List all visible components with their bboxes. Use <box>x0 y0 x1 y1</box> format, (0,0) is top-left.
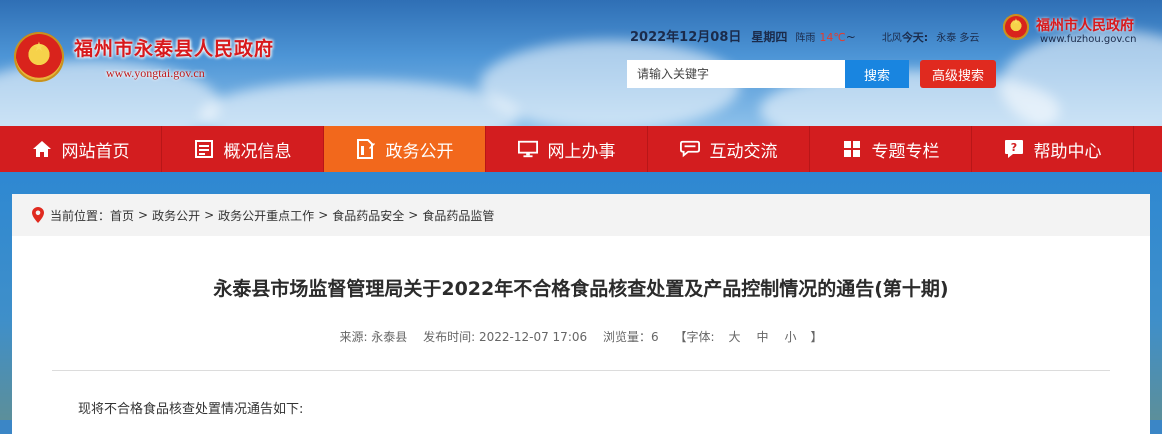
search-button[interactable]: 搜索 <box>845 60 909 88</box>
article-source: 来源: 永泰县 <box>339 330 408 344</box>
breadcrumb-label: 当前位置： <box>50 208 111 223</box>
breadcrumb: 当前位置： 首页 > 政务公开 > 政务公开重点工作 > 食品药品安全 > 食品… <box>12 194 1150 236</box>
fuzhou-gov-link[interactable]: 福州市人民政府 <box>1036 15 1134 35</box>
nav-item-label: 网站首页 <box>61 141 130 162</box>
breadcrumb-separator: > <box>204 208 215 222</box>
svg-text:?: ? <box>1010 141 1016 154</box>
nav-item-gov-affairs[interactable]: 政务公开 <box>324 126 486 172</box>
grid-icon <box>842 139 862 159</box>
font-size-close: 】 <box>810 330 823 344</box>
chat-icon <box>679 139 700 159</box>
main-nav: 网站首页 概况信息 政务公开 网上办事 互动交流 专题专栏 ? 帮助中心 <box>0 126 1162 172</box>
breadcrumb-link-key-work[interactable]: 政务公开重点工作 <box>218 207 314 224</box>
search-input[interactable] <box>627 60 845 88</box>
advanced-search-button[interactable]: 高级搜索 <box>920 60 996 88</box>
weather-desc: 阵雨 <box>795 33 816 44</box>
wind: 北风 <box>881 33 902 44</box>
site-header: ★ 福州市永泰县人民政府 www.yongtai.gov.cn 2022年12月… <box>0 0 1162 126</box>
today-label: 今天: <box>901 31 929 44</box>
nav-item-help[interactable]: ? 帮助中心 <box>972 126 1134 172</box>
nav-item-label: 互动交流 <box>709 141 778 162</box>
font-size-small-button[interactable]: 小 <box>785 330 797 344</box>
fuzhou-domain: www.fuzhou.gov.cn <box>1040 34 1137 45</box>
font-size-large-button[interactable]: 大 <box>728 330 740 344</box>
location-pin-icon <box>32 207 44 223</box>
breadcrumb-link-food-drug-safety[interactable]: 食品药品安全 <box>332 207 404 224</box>
nav-item-label: 网上办事 <box>547 141 616 162</box>
list-icon <box>194 139 214 159</box>
cloud-decoration <box>200 80 520 126</box>
nav-item-label: 概况信息 <box>223 141 292 162</box>
nav-item-label: 帮助中心 <box>1033 141 1102 162</box>
home-icon <box>32 139 52 159</box>
article-container: 当前位置： 首页 > 政务公开 > 政务公开重点工作 > 食品药品安全 > 食品… <box>12 194 1150 434</box>
font-size-medium-button[interactable]: 中 <box>757 330 769 344</box>
nav-item-special-topics[interactable]: 专题专栏 <box>810 126 972 172</box>
date-weather-bar: 2022年12月08日 星期四 阵雨 14℃~ 北风今天: 永泰 多云 <box>630 26 979 45</box>
breadcrumb-separator: > <box>408 208 419 222</box>
help-icon: ? <box>1004 139 1024 159</box>
article-publish-time: 发布时间: 2022-12-07 17:06 <box>423 330 588 344</box>
nav-item-home[interactable]: 网站首页 <box>0 126 162 172</box>
nav-item-overview[interactable]: 概况信息 <box>162 126 324 172</box>
breadcrumb-separator: > <box>318 208 329 222</box>
breadcrumb-link-home[interactable]: 首页 <box>110 207 134 224</box>
article-meta: 来源: 永泰县 发布时间: 2022-12-07 17:06 浏览量：6 【字体… <box>12 328 1150 345</box>
divider <box>52 370 1110 371</box>
monitor-icon <box>517 139 538 159</box>
breadcrumb-link-food-drug-supervision[interactable]: 食品药品监管 <box>422 207 494 224</box>
nav-item-label: 政务公开 <box>385 141 454 162</box>
site-domain: www.yongtai.gov.cn <box>106 66 205 80</box>
weekday: 星期四 <box>751 30 788 44</box>
nav-item-online-service[interactable]: 网上办事 <box>486 126 648 172</box>
temperature-separator: ~ <box>845 30 856 44</box>
fuzhou-emblem-icon[interactable]: ★ <box>1003 14 1029 40</box>
article-intro: 现将不合格食品核查处置情况通告如下: <box>78 402 304 417</box>
breadcrumb-separator: > <box>138 208 149 222</box>
document-icon <box>356 139 376 159</box>
nav-item-interaction[interactable]: 互动交流 <box>648 126 810 172</box>
city-weather: 永泰 多云 <box>936 33 980 44</box>
article-title: 永泰县市场监督管理局关于2022年不合格食品核查处置及产品控制情况的通告(第十期… <box>213 278 949 300</box>
breadcrumb-link-gov-affairs[interactable]: 政务公开 <box>152 207 200 224</box>
temperature: 14℃ <box>819 31 846 44</box>
nav-item-label: 专题专栏 <box>871 141 940 162</box>
national-emblem-icon[interactable]: ★ <box>14 32 64 82</box>
font-size-open: 【字体: <box>674 330 715 344</box>
article-views: 浏览量：6 <box>602 330 659 344</box>
site-title[interactable]: 福州市永泰县人民政府 <box>74 34 274 61</box>
current-date: 2022年12月08日 <box>630 30 742 45</box>
